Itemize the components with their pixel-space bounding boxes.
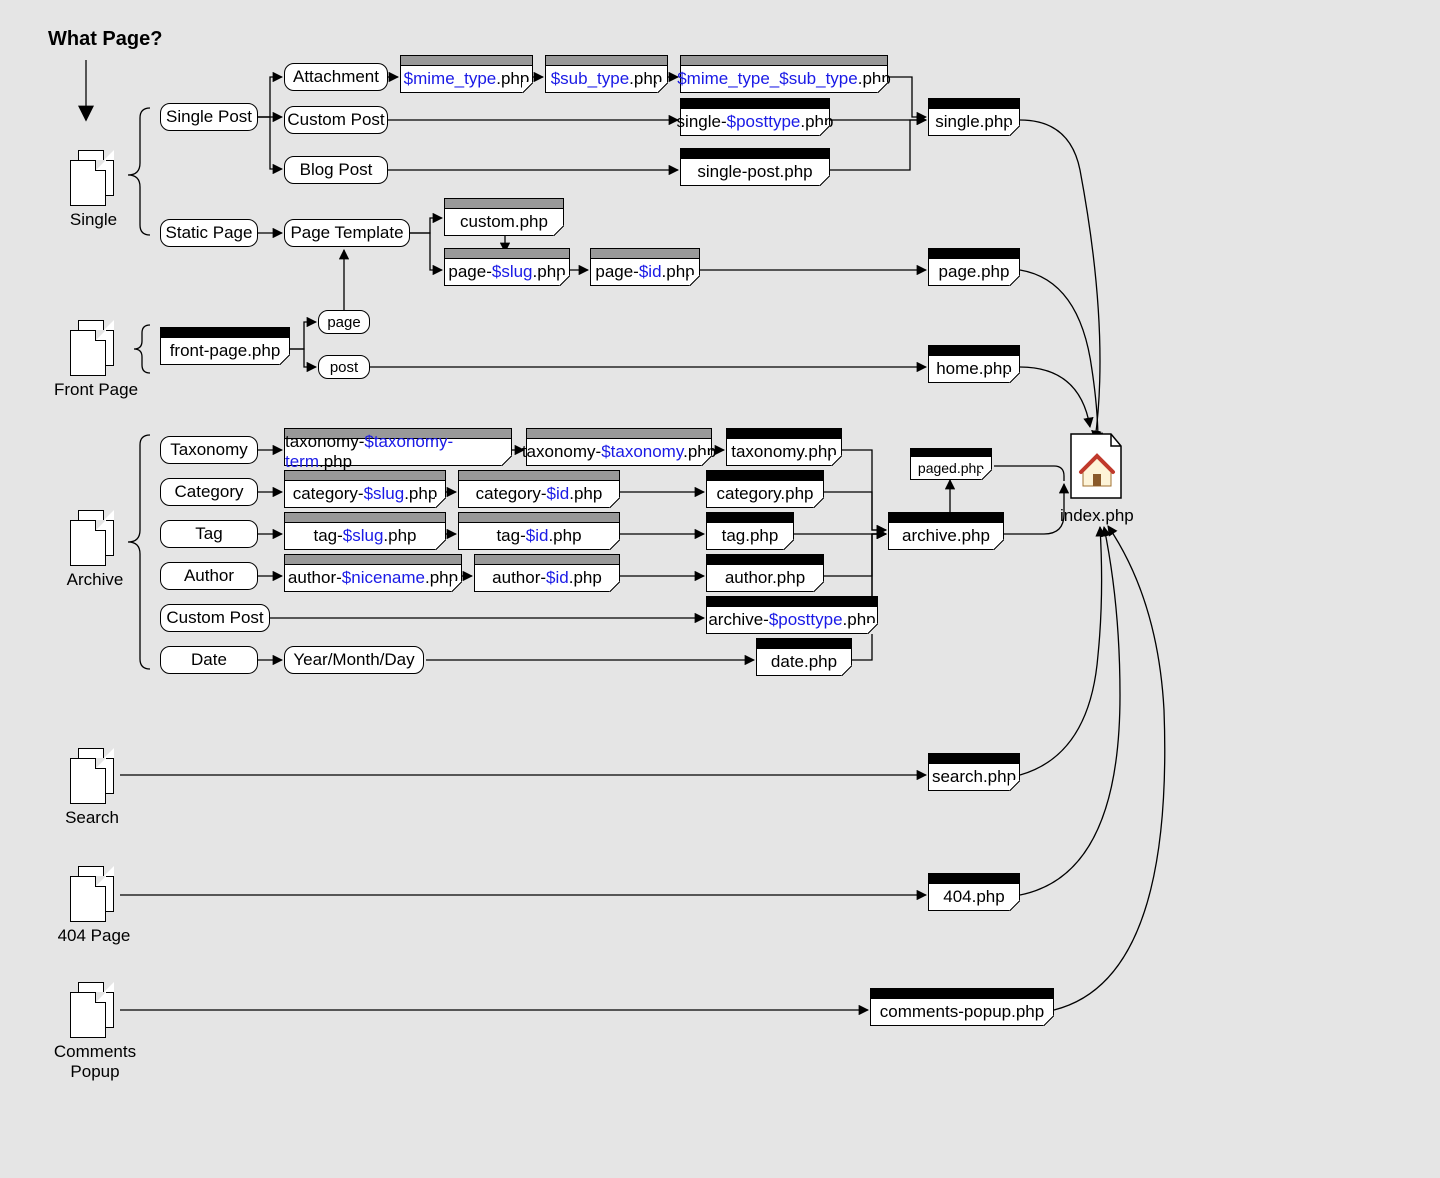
tpl-tag-slug: tag-$slug.php — [284, 512, 446, 550]
text: single-post.php — [697, 162, 812, 182]
text: tag.php — [722, 526, 779, 546]
tpl-category-id: category-$id.php — [458, 470, 620, 508]
text: tag-$id.php — [496, 526, 581, 546]
text: archive-$posttype.php — [708, 610, 875, 630]
tpl-taxonomy-term: taxonomy-$taxonomy-term.php — [284, 428, 512, 466]
text: page.php — [939, 262, 1010, 282]
text: custom.php — [460, 212, 548, 232]
cap-page-small: page — [318, 310, 370, 334]
label-single: Single — [66, 210, 121, 230]
tpl-home: home.php — [928, 345, 1020, 383]
text: date.php — [771, 652, 837, 672]
label-front-page: Front Page — [50, 380, 142, 400]
label-index: index.php — [1060, 506, 1130, 526]
label-search: Search — [62, 808, 122, 828]
tpl-mime-sub-type: $mime_type_$sub_type.php — [680, 55, 888, 93]
text: category-$id.php — [476, 484, 603, 504]
cap-static-page: Static Page — [160, 219, 258, 247]
cap-author: Author — [160, 562, 258, 590]
text: comments-popup.php — [880, 1002, 1044, 1022]
tpl-author: author.php — [706, 554, 824, 592]
text: single-$posttype.php — [677, 112, 834, 132]
tpl-category-slug: category-$slug.php — [284, 470, 446, 508]
tpl-custom: custom.php — [444, 198, 564, 236]
doc-icon-search — [70, 748, 114, 804]
text: author-$nicename.php — [288, 568, 458, 588]
text: $mime_type_$sub_type.php — [677, 69, 891, 89]
text: home.php — [936, 359, 1012, 379]
text: page-$id.php — [595, 262, 694, 282]
cap-attachment: Attachment — [284, 63, 388, 91]
tpl-page-id: page-$id.php — [590, 248, 700, 286]
tpl-sub-type: $sub_type.php — [545, 55, 668, 93]
label-404: 404 Page — [54, 926, 134, 946]
tpl-archive-posttype: archive-$posttype.php — [706, 596, 878, 634]
cap-post-small: post — [318, 355, 370, 379]
text: 404.php — [943, 887, 1004, 907]
cap-single-post: Single Post — [160, 103, 258, 131]
tpl-date: date.php — [756, 638, 852, 676]
index-node: index.php — [1060, 430, 1130, 526]
tpl-comments-popup: comments-popup.php — [870, 988, 1054, 1026]
label-archive: Archive — [60, 570, 130, 590]
text: tag-$slug.php — [313, 526, 416, 546]
tpl-taxonomy-taxonomy: taxonomy-$taxonomy.php — [526, 428, 712, 466]
text: search.php — [932, 767, 1016, 787]
text: taxonomy.php — [731, 442, 837, 462]
text: front-page.php — [170, 341, 281, 361]
cap-tag: Tag — [160, 520, 258, 548]
text: author-$id.php — [492, 568, 602, 588]
cap-date: Date — [160, 646, 258, 674]
tpl-author-nicename: author-$nicename.php — [284, 554, 462, 592]
text: archive.php — [902, 526, 990, 546]
doc-icon-single — [70, 150, 114, 206]
tpl-author-id: author-$id.php — [474, 554, 620, 592]
label-comments: Comments Popup — [50, 1042, 140, 1082]
text: page-$slug.php — [448, 262, 565, 282]
cap-blog-post: Blog Post — [284, 156, 388, 184]
doc-icon-front-page — [70, 320, 114, 376]
tpl-archive: archive.php — [888, 512, 1004, 550]
text: author.php — [725, 568, 805, 588]
cap-category: Category — [160, 478, 258, 506]
tpl-front-page: front-page.php — [160, 327, 290, 365]
tpl-page: page.php — [928, 248, 1020, 286]
tpl-search: search.php — [928, 753, 1020, 791]
cap-taxonomy: Taxonomy — [160, 436, 258, 464]
tpl-tag: tag.php — [706, 512, 794, 550]
tpl-tag-id: tag-$id.php — [458, 512, 620, 550]
text: paged.php — [918, 460, 984, 476]
text: category.php — [716, 484, 813, 504]
text: $mime_type.php — [404, 69, 530, 89]
text: category-$slug.php — [293, 484, 438, 504]
cap-page-template: Page Template — [284, 219, 410, 247]
tpl-single: single.php — [928, 98, 1020, 136]
tpl-page-slug: page-$slug.php — [444, 248, 570, 286]
cap-custom-post-archive: Custom Post — [160, 604, 270, 632]
cap-custom-post: Custom Post — [284, 106, 388, 134]
doc-icon-comments — [70, 982, 114, 1038]
tpl-404: 404.php — [928, 873, 1020, 911]
tpl-single-post: single-post.php — [680, 148, 830, 186]
text: single.php — [935, 112, 1013, 132]
home-icon — [1063, 430, 1127, 502]
tpl-mime-type: $mime_type.php — [400, 55, 533, 93]
text: $sub_type.php — [551, 69, 663, 89]
text: taxonomy-$taxonomy-term.php — [285, 432, 511, 472]
tpl-category: category.php — [706, 470, 824, 508]
diagram-title: What Page? — [48, 28, 162, 51]
tpl-paged: paged.php — [910, 448, 992, 480]
tpl-single-posttype: single-$posttype.php — [680, 98, 830, 136]
text: taxonomy-$taxonomy.php — [522, 442, 716, 462]
cap-ymd: Year/Month/Day — [284, 646, 424, 674]
doc-icon-404 — [70, 866, 114, 922]
tpl-taxonomy: taxonomy.php — [726, 428, 842, 466]
doc-icon-archive — [70, 510, 114, 566]
